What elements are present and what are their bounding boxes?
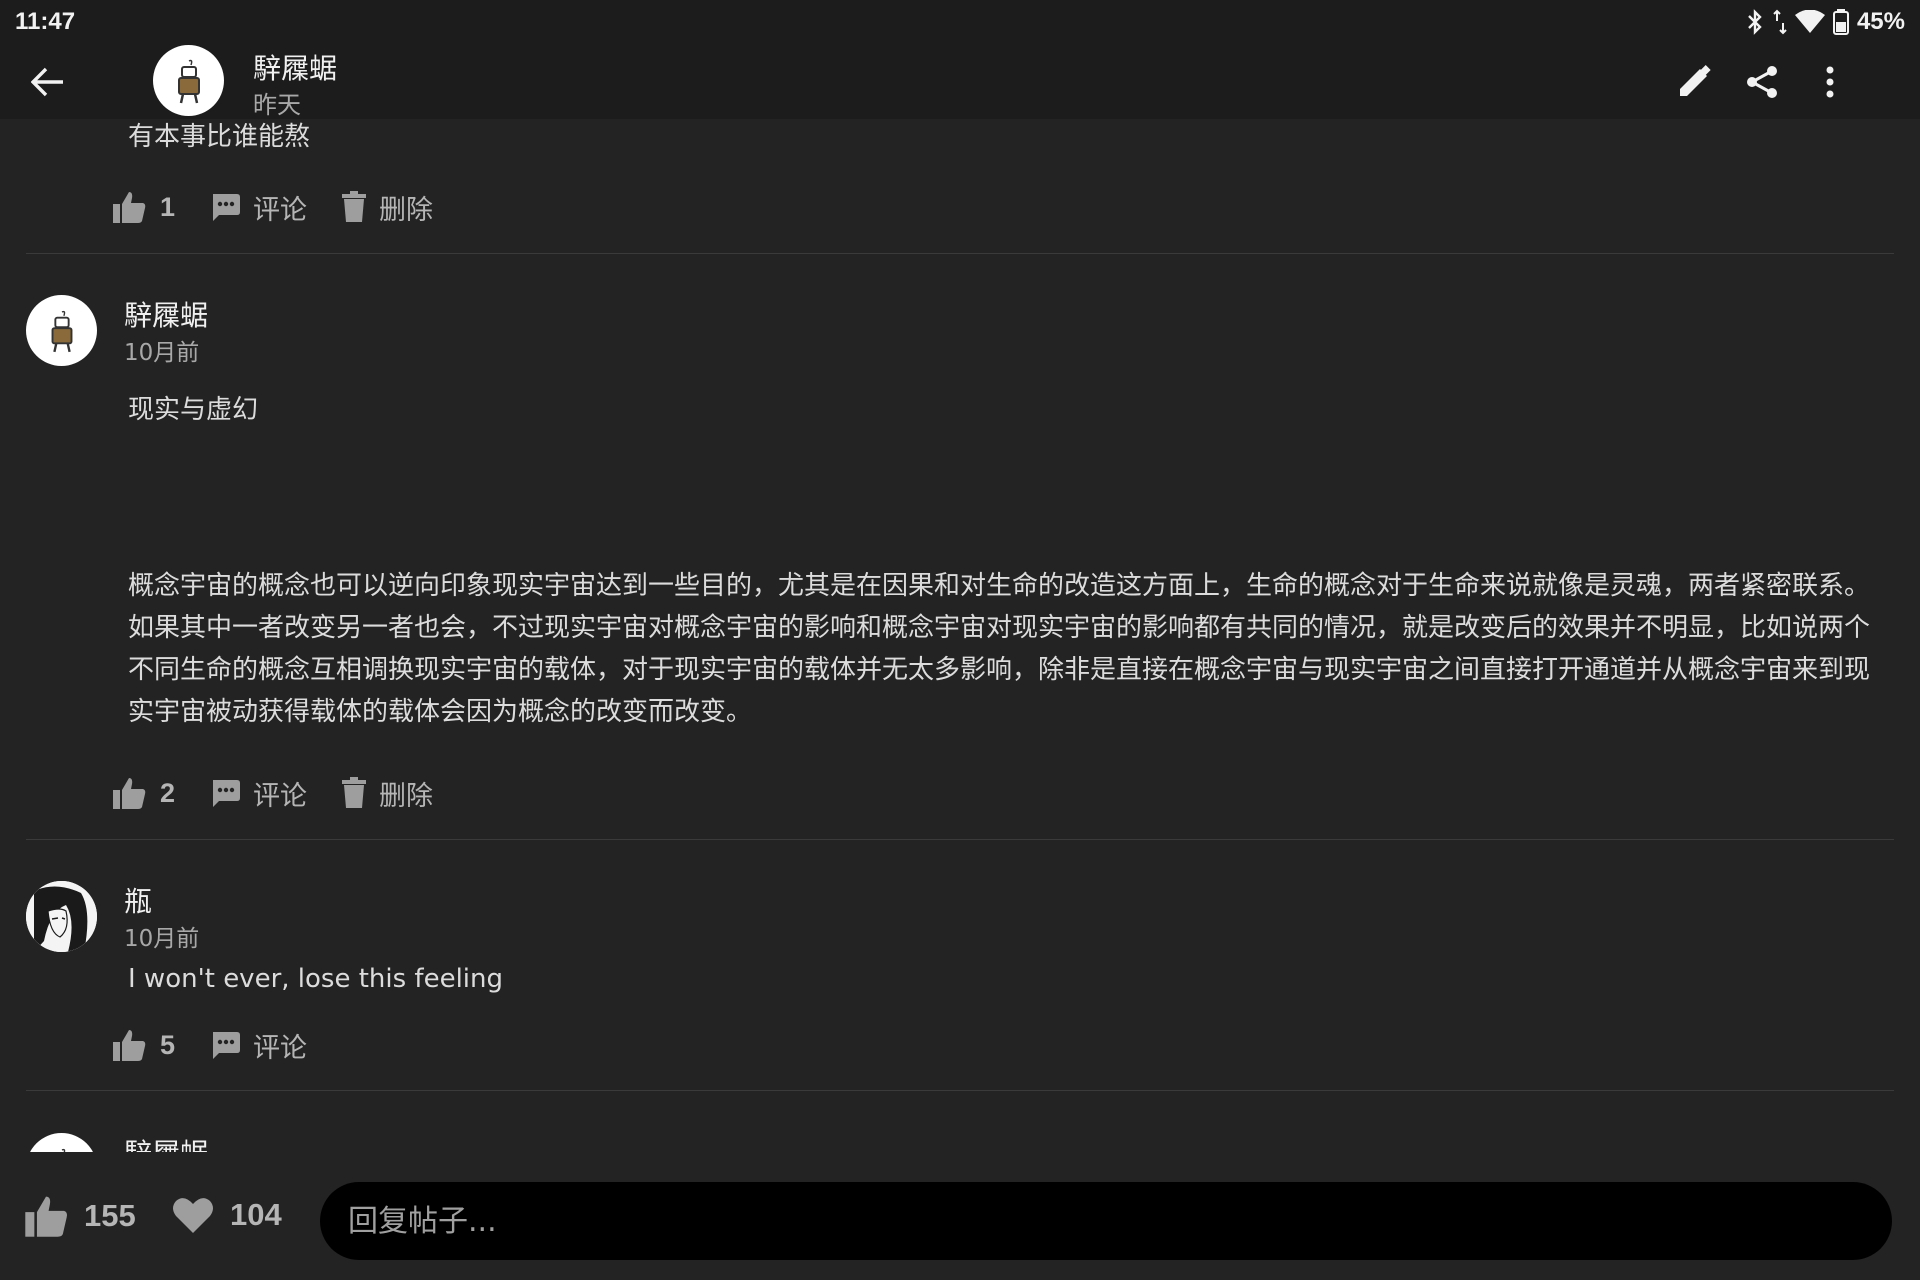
character-avatar-icon xyxy=(26,881,97,952)
post-title: 现实与虚幻 xyxy=(128,395,259,425)
comment-icon xyxy=(213,780,241,807)
post-actions: 5 评论 xyxy=(112,1023,341,1067)
comment-time: 10月前 xyxy=(124,340,200,366)
robot-avatar-icon xyxy=(51,310,72,352)
more-options-button[interactable] xyxy=(1806,58,1854,106)
comment-button[interactable]: 评论 xyxy=(209,1026,307,1065)
wifi-icon xyxy=(1794,10,1825,33)
post-date: 昨天 xyxy=(253,91,301,119)
delete-button[interactable]: 删除 xyxy=(341,188,433,227)
comment-author[interactable]: 瓶 xyxy=(124,880,152,920)
trash-icon xyxy=(342,777,367,808)
post-like-count: 155 xyxy=(84,1198,136,1233)
divider xyxy=(26,253,1894,254)
reply-input[interactable] xyxy=(348,1203,1892,1239)
more-vert-icon xyxy=(1826,66,1834,98)
back-button[interactable] xyxy=(26,60,70,104)
comment-button[interactable]: 评论 xyxy=(209,188,307,227)
bluetooth-icon xyxy=(1748,9,1762,35)
comment-author[interactable]: 騂屧蜛 xyxy=(124,294,208,334)
favorite-count: 104 xyxy=(230,1197,282,1232)
app-bar: 騂屧蜛 昨天 xyxy=(0,44,1920,119)
comment-author[interactable]: 騂屧蜛 xyxy=(124,1132,208,1152)
like-count: 1 xyxy=(160,191,176,222)
comment-button[interactable]: 评论 xyxy=(209,774,307,813)
comment-feed[interactable]: 有本事比谁能熬 1 评论 删除 騂屧蜛 10月前 现实与虚幻 概念宇宙的概念也可… xyxy=(0,119,1920,1152)
share-icon xyxy=(1747,66,1777,98)
delete-label: 删除 xyxy=(379,780,434,812)
battery-icon xyxy=(1832,9,1849,35)
post-like-button[interactable]: 155 xyxy=(24,1194,136,1238)
bottom-bar: 155 104 xyxy=(0,1152,1920,1280)
reply-box[interactable] xyxy=(320,1182,1892,1260)
like-button[interactable]: 1 xyxy=(112,190,175,224)
comment-icon xyxy=(213,1032,241,1059)
comment-icon xyxy=(213,194,241,221)
post-actions: 2 评论 删除 xyxy=(112,771,467,815)
comment-label: 评论 xyxy=(253,1032,308,1064)
thumb-up-icon xyxy=(113,1030,146,1061)
page-title: 騂屧蜛 xyxy=(253,52,338,85)
thumb-up-icon xyxy=(25,1196,68,1237)
favorite-button[interactable]: 104 xyxy=(172,1196,282,1234)
comment-text: I won't ever, lose this feeling xyxy=(128,964,504,994)
like-count: 2 xyxy=(160,777,176,808)
avatar[interactable] xyxy=(153,45,224,116)
divider xyxy=(26,839,1894,840)
avatar[interactable] xyxy=(26,1133,97,1152)
avatar[interactable] xyxy=(26,881,97,952)
post-text: 有本事比谁能熬 xyxy=(128,122,311,152)
like-button[interactable]: 5 xyxy=(112,1028,175,1062)
comment-label: 评论 xyxy=(253,780,308,812)
pencil-icon xyxy=(1680,65,1711,96)
thumb-up-icon xyxy=(113,778,146,809)
status-bar: 11:47 45% xyxy=(0,0,1920,44)
divider xyxy=(26,1090,1894,1091)
trash-icon xyxy=(342,191,367,222)
battery-level: 45% xyxy=(1856,8,1905,35)
like-button[interactable]: 2 xyxy=(112,776,175,810)
comment-label: 评论 xyxy=(253,194,308,226)
status-time: 11:47 xyxy=(15,8,76,35)
avatar[interactable] xyxy=(26,295,97,366)
heart-icon xyxy=(173,1198,213,1233)
share-button[interactable] xyxy=(1738,58,1786,106)
delete-button[interactable]: 删除 xyxy=(341,774,433,813)
robot-avatar-icon xyxy=(177,59,200,103)
post-actions: 1 评论 删除 xyxy=(112,185,467,229)
like-count: 5 xyxy=(160,1029,176,1060)
arrow-back-icon xyxy=(31,67,63,97)
data-arrows-icon xyxy=(1773,9,1787,35)
post-body: 概念宇宙的概念也可以逆向印象现实宇宙达到一些目的，尤其是在因果和对生命的改造这方… xyxy=(128,571,1871,727)
delete-label: 删除 xyxy=(379,194,434,226)
thumb-up-icon xyxy=(113,192,146,223)
status-icons: 45% xyxy=(1745,8,1905,36)
edit-button[interactable] xyxy=(1670,58,1718,106)
comment-time: 10月前 xyxy=(124,926,200,952)
